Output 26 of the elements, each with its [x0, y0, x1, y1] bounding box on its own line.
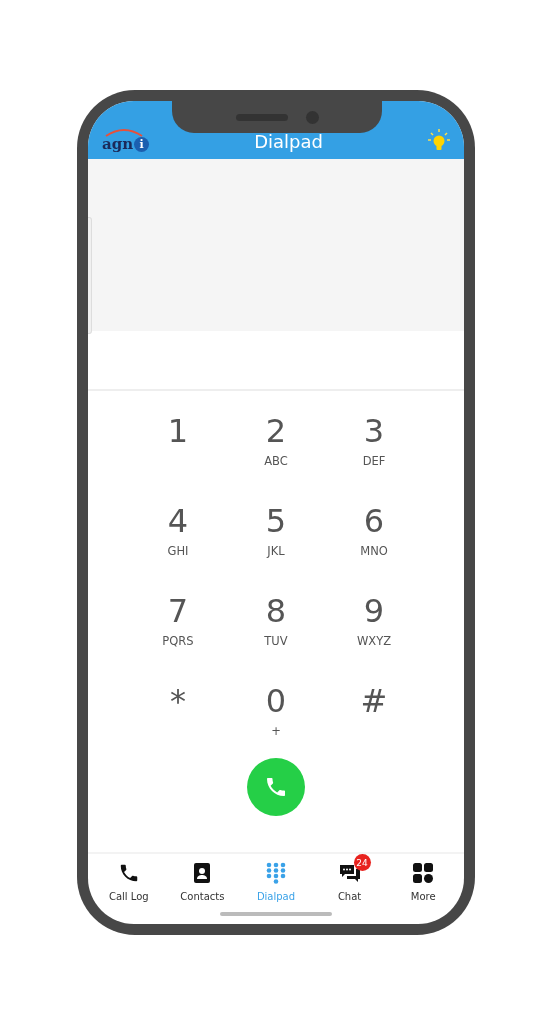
nav-tab[interactable]: Chat 24 [317, 854, 382, 902]
dial-key[interactable]: 5 JKL [227, 501, 325, 572]
dial-key[interactable]: 8 TUV [227, 591, 325, 662]
screen-title: Dialpad [254, 131, 323, 153]
count-badge: 24 [353, 854, 371, 871]
dial-key[interactable]: 3 DEF [325, 411, 423, 482]
drawer-handle[interactable] [88, 217, 92, 334]
call-button[interactable] [247, 758, 305, 816]
dial-key[interactable]: 9 WXYZ [325, 591, 423, 662]
dial-key[interactable]: 4 GHI [129, 501, 227, 572]
dial-key[interactable]: 1 [129, 411, 227, 482]
nav-tab[interactable]: More [391, 854, 456, 902]
logo: agn i [102, 129, 150, 153]
dial-key[interactable]: # [325, 681, 423, 752]
nav-tab[interactable]: Call Log [96, 854, 161, 902]
phone-icon [264, 775, 288, 799]
nav-tab[interactable]: Contacts [170, 854, 235, 902]
dial-key[interactable]: 0 + [227, 681, 325, 752]
dial-key[interactable]: 2 ABC [227, 411, 325, 482]
dialpad-icon [265, 862, 287, 884]
grid-icon [412, 862, 435, 884]
dial-key[interactable]: 6 MNO [325, 501, 423, 572]
dial-key[interactable]: 7 PQRS [129, 591, 227, 662]
dial-key[interactable]: * [129, 681, 227, 752]
contact-card-icon [192, 862, 213, 884]
lightbulb-icon[interactable] [428, 129, 450, 153]
